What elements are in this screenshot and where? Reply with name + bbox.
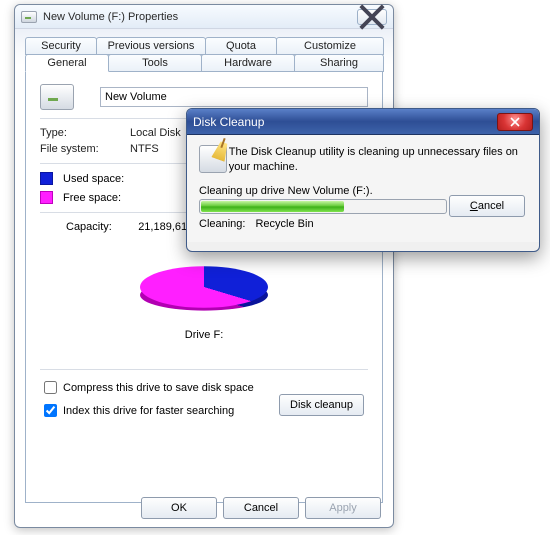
used-swatch-icon (40, 172, 53, 185)
capacity-label: Capacity: (66, 221, 136, 233)
cleanup-icon (199, 145, 227, 173)
cleanup-title: Disk Cleanup (193, 115, 264, 129)
dialog-footer: OK Cancel Apply (141, 497, 381, 519)
type-value: Local Disk (130, 127, 181, 139)
used-label: Used space: (63, 173, 159, 185)
tab-sharing[interactable]: Sharing (294, 54, 384, 72)
drive-large-icon (40, 84, 74, 110)
cleanup-progress-fill (201, 201, 344, 212)
cleanup-close-button[interactable] (497, 113, 533, 131)
close-button[interactable] (357, 9, 387, 25)
tab-hardware[interactable]: Hardware (201, 54, 295, 72)
cleanup-cancel-button[interactable]: Cancel (449, 195, 525, 217)
usage-pie-chart (140, 247, 268, 327)
cancel-button[interactable]: Cancel (223, 497, 299, 519)
cleanup-phase-value: Recycle Bin (255, 218, 313, 230)
cleanup-message: The Disk Cleanup utility is cleaning up … (229, 145, 527, 175)
properties-window: New Volume (F:) Properties Security Prev… (14, 4, 394, 528)
type-label: Type: (40, 127, 130, 139)
ok-button[interactable]: OK (141, 497, 217, 519)
properties-titlebar[interactable]: New Volume (F:) Properties (15, 5, 393, 29)
filesystem-value: NTFS (130, 143, 159, 155)
compress-checkbox[interactable] (44, 381, 57, 394)
close-x-icon (510, 117, 520, 127)
window-title: New Volume (F:) Properties (43, 11, 178, 23)
index-checkbox[interactable] (44, 404, 57, 417)
close-x-icon (358, 3, 386, 31)
apply-button[interactable]: Apply (305, 497, 381, 519)
tab-quota[interactable]: Quota (205, 37, 277, 55)
volume-name-input[interactable] (100, 87, 368, 107)
tab-security[interactable]: Security (25, 37, 97, 55)
cleanup-progress-bar (199, 199, 447, 214)
index-label: Index this drive for faster searching (63, 405, 234, 417)
free-label: Free space: (63, 192, 159, 204)
tab-previous-versions[interactable]: Previous versions (96, 37, 206, 55)
cancel-rest: ancel (478, 200, 504, 212)
tab-general[interactable]: General (25, 54, 109, 72)
free-swatch-icon (40, 191, 53, 204)
cleanup-phase-label: Cleaning: (199, 218, 245, 230)
tab-customize[interactable]: Customize (276, 37, 384, 55)
tab-tools[interactable]: Tools (108, 54, 202, 72)
disk-cleanup-button[interactable]: Disk cleanup (279, 394, 364, 416)
cleanup-titlebar[interactable]: Disk Cleanup (187, 109, 539, 135)
drive-icon (21, 11, 37, 23)
disk-cleanup-dialog: Disk Cleanup The Disk Cleanup utility is… (186, 108, 540, 252)
pie-caption: Drive F: (40, 329, 368, 341)
compress-label: Compress this drive to save disk space (63, 382, 254, 394)
tabstrip: Security Previous versions Quota Customi… (15, 29, 393, 503)
filesystem-label: File system: (40, 143, 130, 155)
